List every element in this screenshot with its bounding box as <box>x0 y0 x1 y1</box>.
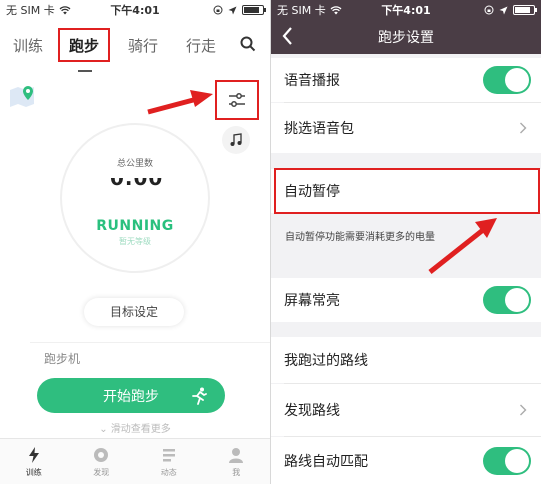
nav-discover-label: 发现 <box>93 467 110 477</box>
route-auto-match-row[interactable]: 路线自动匹配 <box>271 437 541 484</box>
location-arrow-icon <box>228 6 237 14</box>
nav-discover[interactable]: 发现 <box>68 439 136 484</box>
sliders-icon <box>229 93 245 107</box>
voice-pack-label: 挑选语音包 <box>284 121 354 137</box>
tab-walking[interactable]: 行走 <box>179 29 223 62</box>
my-routes-label: 我跑过的路线 <box>284 353 368 369</box>
treadmill-label[interactable]: 跑步机 <box>44 350 80 367</box>
tab-training[interactable]: 训练 <box>8 29 48 62</box>
carrier-label: 无 SIM 卡 <box>277 4 326 17</box>
music-button[interactable] <box>222 126 250 154</box>
status-bar: 无 SIM 卡 下午4:01 <box>0 0 270 20</box>
back-icon[interactable] <box>281 26 295 46</box>
chevron-right-icon <box>520 122 527 134</box>
chevron-right-icon <box>520 404 527 416</box>
battery-icon <box>513 5 537 15</box>
lightning-icon <box>28 446 39 463</box>
running-state: RUNNING <box>96 218 174 234</box>
wifi-icon <box>330 5 342 14</box>
run-settings-button[interactable] <box>215 80 259 120</box>
tab-running[interactable]: 跑步 <box>58 28 110 62</box>
music-note-icon <box>230 133 242 146</box>
running-home-screen: 无 SIM 卡 下午4:01 训练 跑步 骑行 行走 总公里数 0 <box>0 0 270 484</box>
nav-feed-label: 动态 <box>160 467 177 477</box>
location-arrow-icon <box>499 6 508 14</box>
screen-on-label: 屏幕常亮 <box>284 293 340 309</box>
carrier-label: 无 SIM 卡 <box>6 4 55 17</box>
divider <box>30 342 270 343</box>
wifi-icon <box>59 5 71 14</box>
route-auto-match-toggle[interactable] <box>483 446 531 475</box>
auto-pause-highlight <box>274 168 540 214</box>
feed-icon <box>162 448 175 461</box>
runner-icon <box>192 387 207 405</box>
map-location-icon[interactable] <box>8 84 38 108</box>
voice-pack-row[interactable]: 挑选语音包 <box>271 103 541 153</box>
screen-on-toggle[interactable] <box>483 286 531 314</box>
page-title: 跑步设置 <box>378 30 434 46</box>
total-km-value: 0.00 <box>110 178 166 186</box>
tab-cycling[interactable]: 骑行 <box>121 29 165 62</box>
auto-pause-hint: 自动暂停功能需要消耗更多的电量 <box>285 232 435 243</box>
nav-bar: 跑步设置 <box>271 20 541 54</box>
screen-on-row[interactable]: 屏幕常亮 <box>271 278 541 322</box>
battery-icon <box>242 5 266 15</box>
voice-broadcast-row[interactable]: 语音播报 <box>271 58 541 102</box>
nav-me[interactable]: 我 <box>203 439 271 484</box>
start-running-label: 开始跑步 <box>103 388 159 405</box>
goal-setting-button[interactable]: 目标设定 <box>84 298 184 326</box>
nav-feed[interactable]: 动态 <box>135 439 203 484</box>
lock-rotation-icon <box>484 5 494 15</box>
slide-more-label: 滑动查看更多 <box>110 424 171 435</box>
chevron-down-icon: ⌄ <box>99 424 111 435</box>
lock-rotation-icon <box>213 5 223 15</box>
distance-ring <box>60 123 210 273</box>
nav-me-label: 我 <box>232 467 241 477</box>
total-km-label: 总公里数 <box>116 159 153 169</box>
total-km-value-clipped: 0.00 <box>110 178 166 186</box>
bottom-nav: 训练 发现 动态 我 <box>0 438 270 484</box>
discover-routes-label: 发现路线 <box>284 403 340 419</box>
slide-more-hint: ⌄ 滑动查看更多 <box>0 420 270 435</box>
nav-training-label: 训练 <box>25 467 42 477</box>
discover-routes-row[interactable]: 发现路线 <box>271 384 541 436</box>
voice-broadcast-toggle[interactable] <box>483 66 531 94</box>
status-bar: 无 SIM 卡 下午4:01 <box>271 0 541 20</box>
level-label: 暂无等级 <box>119 237 151 246</box>
search-icon[interactable] <box>240 36 256 52</box>
route-auto-match-label: 路线自动匹配 <box>284 453 368 470</box>
voice-broadcast-label: 语音播报 <box>284 73 340 89</box>
start-running-button[interactable]: 开始跑步 <box>37 378 225 413</box>
my-routes-row[interactable]: 我跑过的路线 <box>271 337 541 383</box>
user-icon <box>229 447 244 463</box>
nav-training[interactable]: 训练 <box>0 439 68 484</box>
sport-tabs: 训练 跑步 骑行 行走 <box>0 22 270 68</box>
discover-icon <box>94 447 109 462</box>
active-tab-indicator <box>78 70 92 72</box>
